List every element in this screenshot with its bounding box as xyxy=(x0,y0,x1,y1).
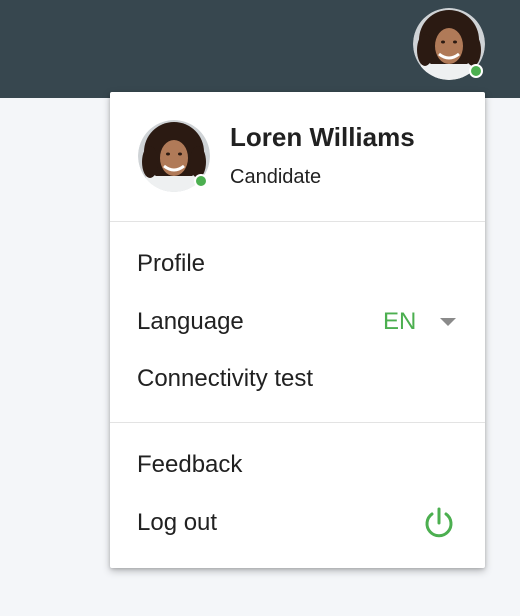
menu-item-label: Connectivity test xyxy=(137,365,314,392)
menu-item-label: Language xyxy=(137,308,244,335)
menu-item-connectivity-test[interactable]: Connectivity test xyxy=(110,351,485,405)
menu-item-language[interactable]: Language EN xyxy=(110,294,485,348)
power-icon[interactable] xyxy=(421,505,457,541)
menu-item-feedback[interactable]: Feedback xyxy=(110,437,485,491)
menu-avatar xyxy=(138,120,210,192)
menu-divider xyxy=(110,422,485,423)
menu-item-profile[interactable]: Profile xyxy=(110,236,485,290)
menu-item-label: Profile xyxy=(137,250,206,277)
user-menu-dropdown: Loren Williams Candidate Profile Languag… xyxy=(110,92,485,568)
user-name: Loren Williams xyxy=(230,122,415,152)
user-avatar-button[interactable] xyxy=(413,8,485,80)
menu-item-log-out[interactable]: Log out xyxy=(110,495,485,549)
menu-item-label: Feedback xyxy=(137,451,243,478)
menu-divider xyxy=(110,221,485,222)
top-app-bar xyxy=(0,0,520,98)
chevron-down-icon[interactable] xyxy=(440,318,456,326)
online-status-indicator xyxy=(194,174,208,188)
language-value[interactable]: EN xyxy=(383,308,416,336)
online-status-indicator xyxy=(469,64,483,78)
menu-user-header: Loren Williams Candidate xyxy=(110,92,485,221)
menu-item-label: Log out xyxy=(137,509,218,536)
user-role: Candidate xyxy=(230,166,322,188)
